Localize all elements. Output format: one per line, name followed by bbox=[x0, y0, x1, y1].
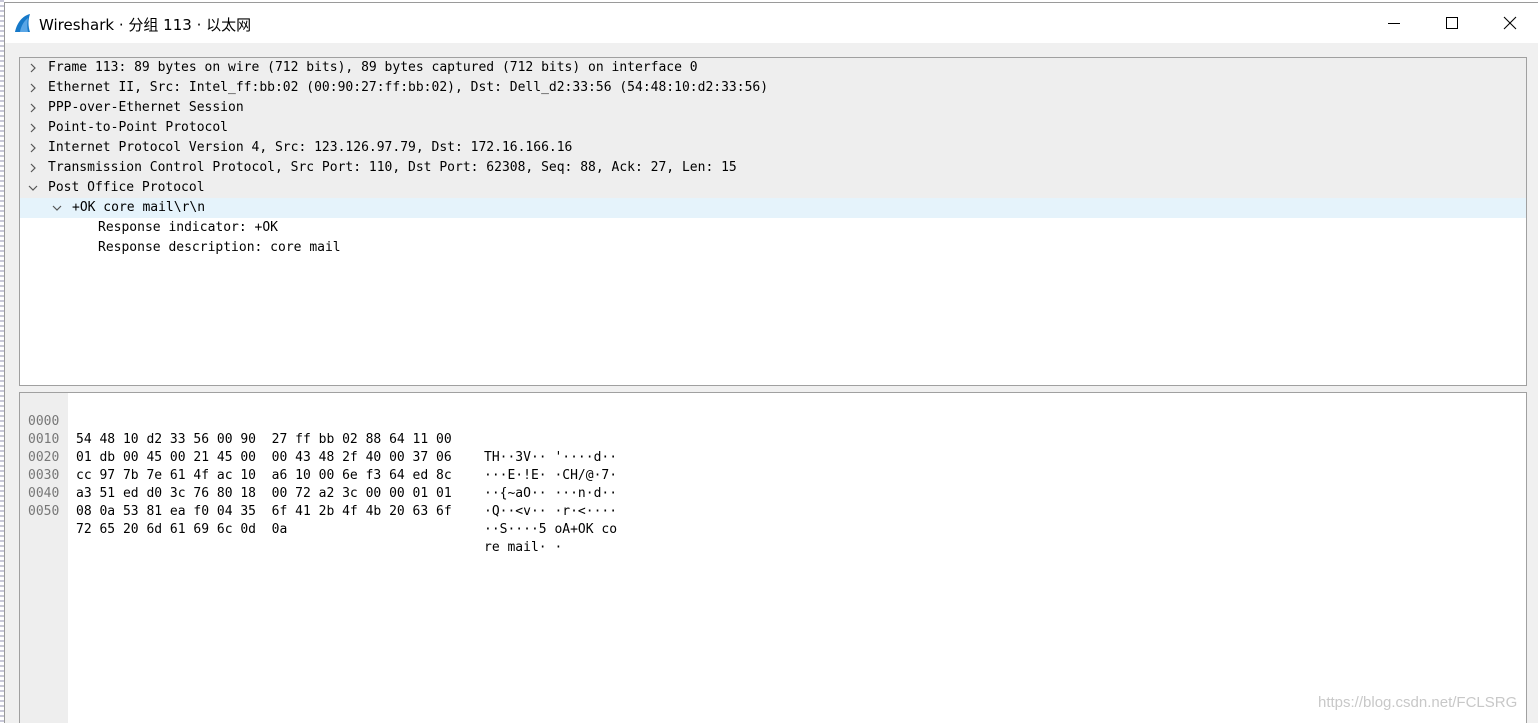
tree-row-pop[interactable]: Post Office Protocol bbox=[20, 178, 1526, 198]
byte-ascii[interactable]: ··{~aO·· ···n·d·· bbox=[484, 485, 617, 503]
wireshark-fin-icon bbox=[15, 14, 30, 32]
byte-row[interactable]: 0000 54 48 10 d2 33 56 00 90 27 ff bb 02… bbox=[20, 395, 617, 465]
chevron-right-icon[interactable] bbox=[26, 118, 42, 138]
tree-row-pppoe[interactable]: PPP-over-Ethernet Session bbox=[20, 98, 1526, 118]
close-button[interactable] bbox=[1481, 3, 1538, 43]
byte-ascii[interactable]: ··S····5 oA+OK co bbox=[484, 521, 617, 539]
byte-hex[interactable]: 08 0a 53 81 ea f0 04 35 6f 41 2b 4f 4b 2… bbox=[76, 503, 452, 521]
maximize-icon bbox=[1446, 17, 1458, 29]
tree-row-label: Ethernet II, Src: Intel_ff:bb:02 (00:90:… bbox=[48, 80, 769, 95]
tree-row-pop-response[interactable]: +OK core mail\r\n bbox=[20, 198, 1526, 218]
byte-hex[interactable]: a3 51 ed d0 3c 76 80 18 00 72 a2 3c 00 0… bbox=[76, 485, 452, 503]
byte-hex[interactable]: 72 65 20 6d 61 69 6c 0d 0a bbox=[76, 521, 287, 539]
tree-row-label: Post Office Protocol bbox=[48, 180, 205, 195]
tree-row-label: PPP-over-Ethernet Session bbox=[48, 100, 244, 115]
tree-row-label: Frame 113: 89 bytes on wire (712 bits), … bbox=[48, 60, 698, 75]
chevron-right-icon[interactable] bbox=[26, 58, 42, 78]
byte-row[interactable]: 0050 72 65 20 6d 61 69 6c 0d 0a re mail·… bbox=[20, 485, 562, 555]
tree-row-label: Point-to-Point Protocol bbox=[48, 120, 229, 135]
tree-row-frame[interactable]: Frame 113: 89 bytes on wire (712 bits), … bbox=[20, 58, 1526, 78]
maximize-button[interactable] bbox=[1423, 3, 1481, 43]
close-icon bbox=[1503, 16, 1517, 30]
tree-row-label: Response description: core mail bbox=[98, 240, 341, 255]
tree-row-tcp[interactable]: Transmission Control Protocol, Src Port:… bbox=[20, 158, 1526, 178]
tree-row-label: Response indicator: +OK bbox=[98, 220, 279, 235]
chevron-right-icon[interactable] bbox=[26, 158, 42, 178]
tree-row-label: Internet Protocol Version 4, Src: 123.12… bbox=[48, 140, 573, 155]
byte-row[interactable]: 0030 a3 51 ed d0 3c 76 80 18 00 72 a2 3c… bbox=[20, 449, 617, 519]
byte-hex[interactable]: 54 48 10 d2 33 56 00 90 27 ff bb 02 88 6… bbox=[76, 431, 452, 449]
chevron-down-icon[interactable] bbox=[26, 178, 42, 198]
minimize-button[interactable] bbox=[1365, 3, 1423, 43]
tree-row-ppp[interactable]: Point-to-Point Protocol bbox=[20, 118, 1526, 138]
byte-ascii[interactable]: TH··3V·· '····d·· bbox=[484, 449, 617, 467]
byte-ascii[interactable]: ···E·!E· ·CH/@·7· bbox=[484, 467, 617, 485]
tree-row-ethernet[interactable]: Ethernet II, Src: Intel_ff:bb:02 (00:90:… bbox=[20, 78, 1526, 98]
byte-ascii[interactable]: ·Q··<v·· ·r·<···· bbox=[484, 503, 617, 521]
minimize-icon bbox=[1388, 23, 1400, 24]
byte-row[interactable]: 0020 cc 97 7b 7e 61 4f ac 10 a6 10 00 6e… bbox=[20, 431, 617, 501]
tree-row-response-description[interactable]: Response description: core mail bbox=[20, 238, 1526, 258]
chevron-right-icon[interactable] bbox=[26, 78, 42, 98]
byte-hex[interactable]: 01 db 00 45 00 21 45 00 00 43 48 2f 40 0… bbox=[76, 449, 452, 467]
chevron-down-icon[interactable] bbox=[50, 198, 66, 218]
chevron-right-icon[interactable] bbox=[26, 138, 42, 158]
packet-details-tree[interactable]: Frame 113: 89 bytes on wire (712 bits), … bbox=[19, 57, 1527, 386]
byte-row[interactable]: 0040 08 0a 53 81 ea f0 04 35 6f 41 2b 4f… bbox=[20, 467, 617, 537]
tree-row-response-indicator[interactable]: Response indicator: +OK bbox=[20, 218, 1526, 238]
tree-row-ipv4[interactable]: Internet Protocol Version 4, Src: 123.12… bbox=[20, 138, 1526, 158]
tree-row-label: Transmission Control Protocol, Src Port:… bbox=[48, 160, 737, 175]
watermark-text: https://blog.csdn.net/FCLSRG bbox=[1318, 694, 1518, 711]
byte-ascii[interactable]: re mail· · bbox=[484, 539, 562, 557]
packet-bytes-pane[interactable]: 0000 54 48 10 d2 33 56 00 90 27 ff bb 02… bbox=[19, 392, 1527, 723]
byte-offset: 0050 bbox=[28, 504, 60, 519]
packet-window: Wireshark · 分组 113 · 以太网 Frame 113: 89 b… bbox=[4, 2, 1538, 723]
byte-hex[interactable]: cc 97 7b 7e 61 4f ac 10 a6 10 00 6e f3 6… bbox=[76, 467, 452, 485]
chevron-right-icon[interactable] bbox=[26, 98, 42, 118]
title-bar[interactable]: Wireshark · 分组 113 · 以太网 bbox=[5, 3, 1538, 43]
tree-row-label: +OK core mail\r\n bbox=[72, 200, 206, 215]
byte-row[interactable]: 0010 01 db 00 45 00 21 45 00 00 43 48 2f… bbox=[20, 413, 617, 483]
window-title: Wireshark · 分组 113 · 以太网 bbox=[39, 16, 252, 34]
